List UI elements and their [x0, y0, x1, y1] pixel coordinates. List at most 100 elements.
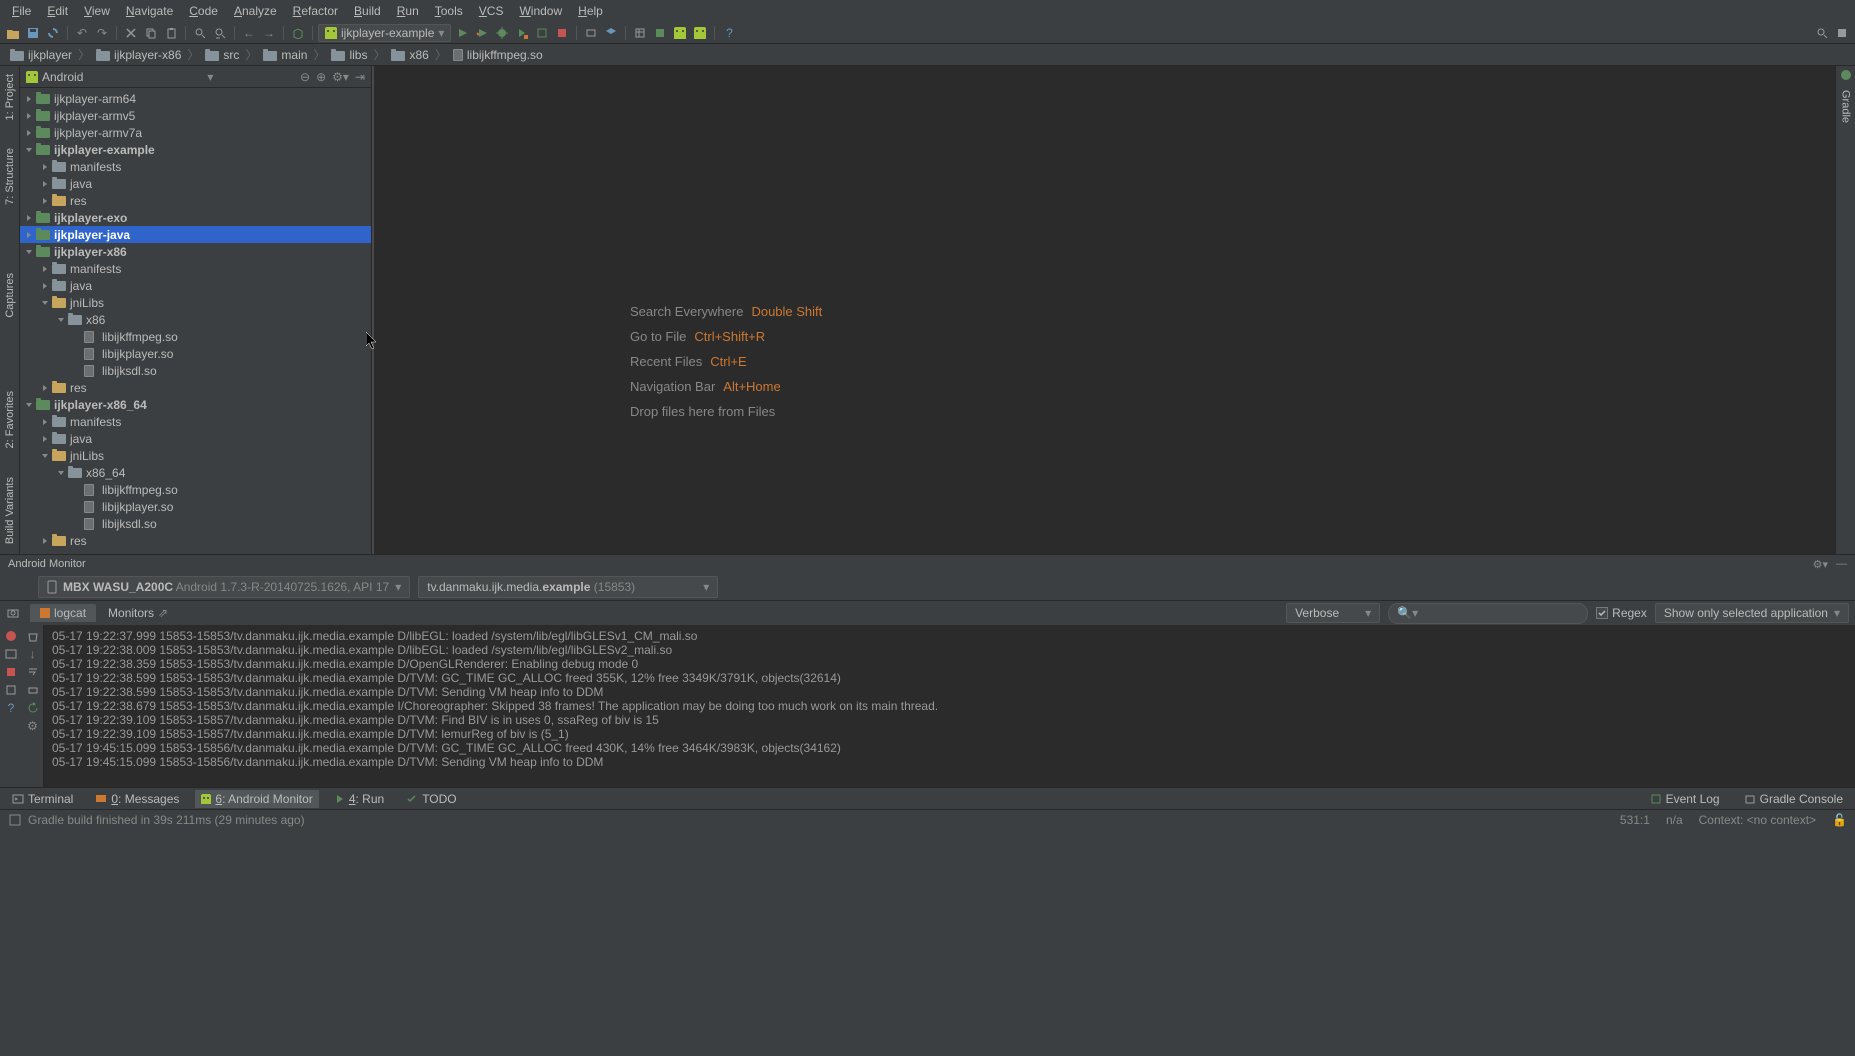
- minimize-icon[interactable]: —: [1836, 558, 1847, 571]
- log-search-input[interactable]: 🔍▾: [1388, 603, 1588, 624]
- bottom-tool----android-monitor[interactable]: 6: Android Monitor: [195, 790, 318, 808]
- breadcrumb-item[interactable]: ijkplayer: [6, 47, 76, 63]
- tree-row[interactable]: java: [20, 430, 371, 447]
- bottom-tool-gradle-console[interactable]: Gradle Console: [1738, 790, 1849, 808]
- tree-row[interactable]: java: [20, 175, 371, 192]
- help2-icon[interactable]: ?: [8, 701, 15, 715]
- device-select[interactable]: MBX WASU_A200C Android 1.7.3-R-20140725.…: [38, 576, 410, 598]
- context[interactable]: Context: <no context>: [1699, 813, 1816, 827]
- log-output[interactable]: 05-17 19:22:37.999 15853-15853/tv.danmak…: [44, 625, 1855, 787]
- dump-icon[interactable]: [4, 683, 18, 697]
- forward-icon[interactable]: →: [260, 24, 278, 42]
- coverage-icon[interactable]: [513, 24, 531, 42]
- menu-analyze[interactable]: Analyze: [226, 2, 285, 20]
- save-icon[interactable]: [24, 24, 42, 42]
- hide-icon[interactable]: ⇥: [355, 70, 365, 84]
- tree-row[interactable]: libijksdl.so: [20, 515, 371, 532]
- sync-icon[interactable]: [44, 24, 62, 42]
- bottom-tool-event-log[interactable]: Event Log: [1644, 790, 1726, 808]
- tree-row[interactable]: manifests: [20, 413, 371, 430]
- find-icon[interactable]: [191, 24, 209, 42]
- run-config-select[interactable]: ijkplayer-example ▾: [318, 24, 451, 42]
- settings-icon[interactable]: ⚙: [27, 719, 38, 733]
- tree-row[interactable]: ijkplayer-armv7a: [20, 124, 371, 141]
- toggle-panel-icon[interactable]: [1833, 24, 1851, 42]
- menu-tools[interactable]: Tools: [427, 2, 471, 20]
- tree-row[interactable]: ijkplayer-x86_64: [20, 396, 371, 413]
- scroll-end-icon[interactable]: ↓: [30, 647, 36, 661]
- panel-title[interactable]: Android: [42, 70, 83, 84]
- tree-row[interactable]: res: [20, 532, 371, 549]
- breadcrumb-item[interactable]: libijkffmpeg.so: [449, 47, 547, 63]
- avd-icon[interactable]: [582, 24, 600, 42]
- tree-row[interactable]: manifests: [20, 158, 371, 175]
- restart-icon[interactable]: [26, 701, 40, 715]
- run-icon[interactable]: [453, 24, 471, 42]
- menu-edit[interactable]: Edit: [39, 2, 76, 20]
- terminate-icon[interactable]: [4, 665, 18, 679]
- print-icon[interactable]: [26, 683, 40, 697]
- project-struct-icon[interactable]: [631, 24, 649, 42]
- bottom-tool----messages[interactable]: 0: Messages: [89, 790, 185, 808]
- android-icon-tb2[interactable]: [691, 24, 709, 42]
- redo-icon[interactable]: ↷: [93, 24, 111, 42]
- attach-icon[interactable]: [533, 24, 551, 42]
- structure-tool-button[interactable]: 7: Structure: [4, 144, 16, 209]
- tree-row[interactable]: x86_64: [20, 464, 371, 481]
- help-icon[interactable]: ?: [720, 24, 738, 42]
- menu-file[interactable]: File: [4, 2, 39, 20]
- tree-row[interactable]: ijkplayer-x86: [20, 243, 371, 260]
- debug-icon[interactable]: [493, 24, 511, 42]
- make-icon[interactable]: [289, 24, 307, 42]
- target-icon[interactable]: ⊕: [316, 70, 326, 84]
- breadcrumb-item[interactable]: main: [259, 47, 311, 63]
- monitors-tab[interactable]: Monitors ⇗: [98, 604, 178, 622]
- menu-run[interactable]: Run: [389, 2, 427, 20]
- collapse-icon[interactable]: ⊖: [300, 70, 310, 84]
- gradle-sync-icon[interactable]: [651, 24, 669, 42]
- breadcrumb-item[interactable]: x86: [387, 47, 432, 63]
- tree-row[interactable]: x86: [20, 311, 371, 328]
- android-icon-tb[interactable]: [671, 24, 689, 42]
- menu-build[interactable]: Build: [346, 2, 389, 20]
- tree-row[interactable]: libijkplayer.so: [20, 498, 371, 515]
- menu-window[interactable]: Window: [511, 2, 570, 20]
- tree-row[interactable]: libijkplayer.so: [20, 345, 371, 362]
- breadcrumb-item[interactable]: libs: [327, 47, 371, 63]
- clear-icon[interactable]: [26, 629, 40, 643]
- system-info-icon[interactable]: [4, 647, 18, 661]
- tree-row[interactable]: java: [20, 277, 371, 294]
- editor-area[interactable]: Search EverywhereDouble ShiftGo to FileC…: [372, 66, 1835, 554]
- favorites-tool-button[interactable]: 2: Favorites: [4, 387, 16, 452]
- process-select[interactable]: tv.danmaku.ijk.media.example (15853) ▾: [418, 576, 718, 598]
- menu-help[interactable]: Help: [570, 2, 611, 20]
- menu-refactor[interactable]: Refactor: [285, 2, 346, 20]
- tree-row[interactable]: res: [20, 379, 371, 396]
- tree-row[interactable]: libijkffmpeg.so: [20, 481, 371, 498]
- tree-row[interactable]: ijkplayer-armv5: [20, 107, 371, 124]
- sdk-icon[interactable]: [602, 24, 620, 42]
- menu-navigate[interactable]: Navigate: [118, 2, 181, 20]
- tree-row[interactable]: ijkplayer-example: [20, 141, 371, 158]
- tree-row[interactable]: jniLibs: [20, 294, 371, 311]
- tree-row[interactable]: libijkffmpeg.so: [20, 328, 371, 345]
- bottom-tool-todo[interactable]: TODO: [400, 790, 462, 808]
- breadcrumb-item[interactable]: ijkplayer-x86: [92, 47, 185, 63]
- cut-icon[interactable]: [122, 24, 140, 42]
- log-filter-select[interactable]: Show only selected application▾: [1655, 603, 1849, 623]
- build-variants-tool-button[interactable]: Build Variants: [4, 473, 16, 548]
- menu-view[interactable]: View: [76, 2, 118, 20]
- tree-row[interactable]: jniLibs: [20, 447, 371, 464]
- copy-icon[interactable]: [142, 24, 160, 42]
- replace-icon[interactable]: [211, 24, 229, 42]
- bottom-tool-terminal[interactable]: Terminal: [6, 790, 79, 808]
- apply-icon[interactable]: [473, 24, 491, 42]
- project-tool-button[interactable]: 1: Project: [4, 70, 16, 124]
- menu-code[interactable]: Code: [181, 2, 226, 20]
- paste-icon[interactable]: [162, 24, 180, 42]
- project-tree[interactable]: ijkplayer-arm64ijkplayer-armv5ijkplayer-…: [20, 88, 371, 554]
- gradle-tool-button[interactable]: Gradle: [1840, 86, 1852, 127]
- regex-checkbox[interactable]: Regex: [1596, 606, 1647, 620]
- search-everywhere-icon[interactable]: [1813, 24, 1831, 42]
- tree-row[interactable]: libijksdl.so: [20, 362, 371, 379]
